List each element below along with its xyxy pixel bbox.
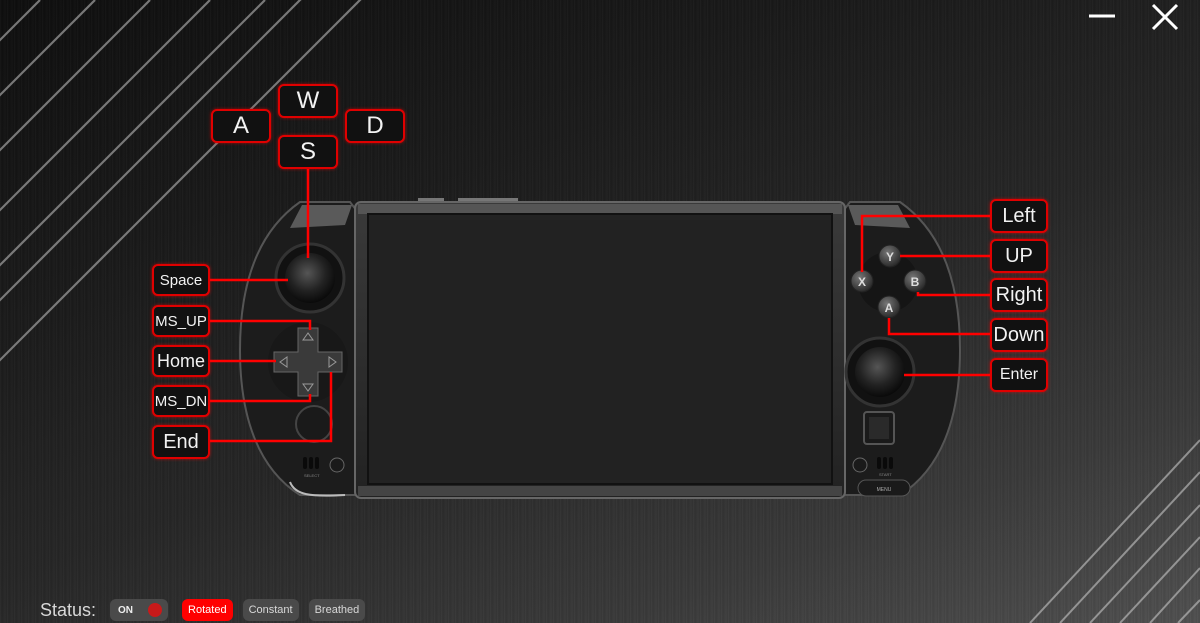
mode-breathed-button[interactable]: Breathed — [308, 599, 366, 621]
start-label: START — [879, 472, 892, 477]
key-a[interactable]: A — [211, 109, 271, 143]
key-left[interactable]: Left — [990, 199, 1048, 233]
mode-rotated-button[interactable]: Rotated — [182, 599, 233, 621]
device-screen — [367, 213, 833, 485]
key-d[interactable]: D — [345, 109, 405, 143]
key-ms-dn[interactable]: MS_DN — [152, 385, 210, 417]
select-button — [329, 457, 345, 473]
key-down[interactable]: Down — [990, 318, 1048, 352]
start-button — [852, 457, 868, 473]
menu-label: MENU — [877, 487, 892, 493]
on-off-toggle[interactable]: ON — [110, 599, 169, 621]
status-bar: Status: ON Rotated Constant Breathed — [40, 598, 366, 622]
a-button-label: A — [885, 301, 894, 315]
key-w[interactable]: W — [278, 84, 338, 118]
select-label: SELECT — [304, 473, 320, 478]
right-stick — [855, 347, 905, 397]
key-s[interactable]: S — [278, 135, 338, 169]
toggle-label: ON — [118, 604, 134, 616]
toggle-dot-icon — [148, 603, 163, 617]
y-button-label: Y — [886, 250, 894, 264]
key-up[interactable]: UP — [990, 239, 1048, 273]
mode-constant-button[interactable]: Constant — [242, 599, 299, 621]
status-label: Status: — [40, 599, 97, 620]
key-right[interactable]: Right — [990, 278, 1048, 312]
key-space[interactable]: Space — [152, 264, 210, 296]
x-button-label: X — [858, 275, 866, 289]
b-button-label: B — [911, 275, 920, 289]
key-enter[interactable]: Enter — [990, 358, 1048, 392]
key-ms-up[interactable]: MS_UP — [152, 305, 210, 337]
key-home[interactable]: Home — [152, 345, 210, 377]
key-end[interactable]: End — [152, 425, 210, 459]
left-stick — [285, 253, 335, 303]
